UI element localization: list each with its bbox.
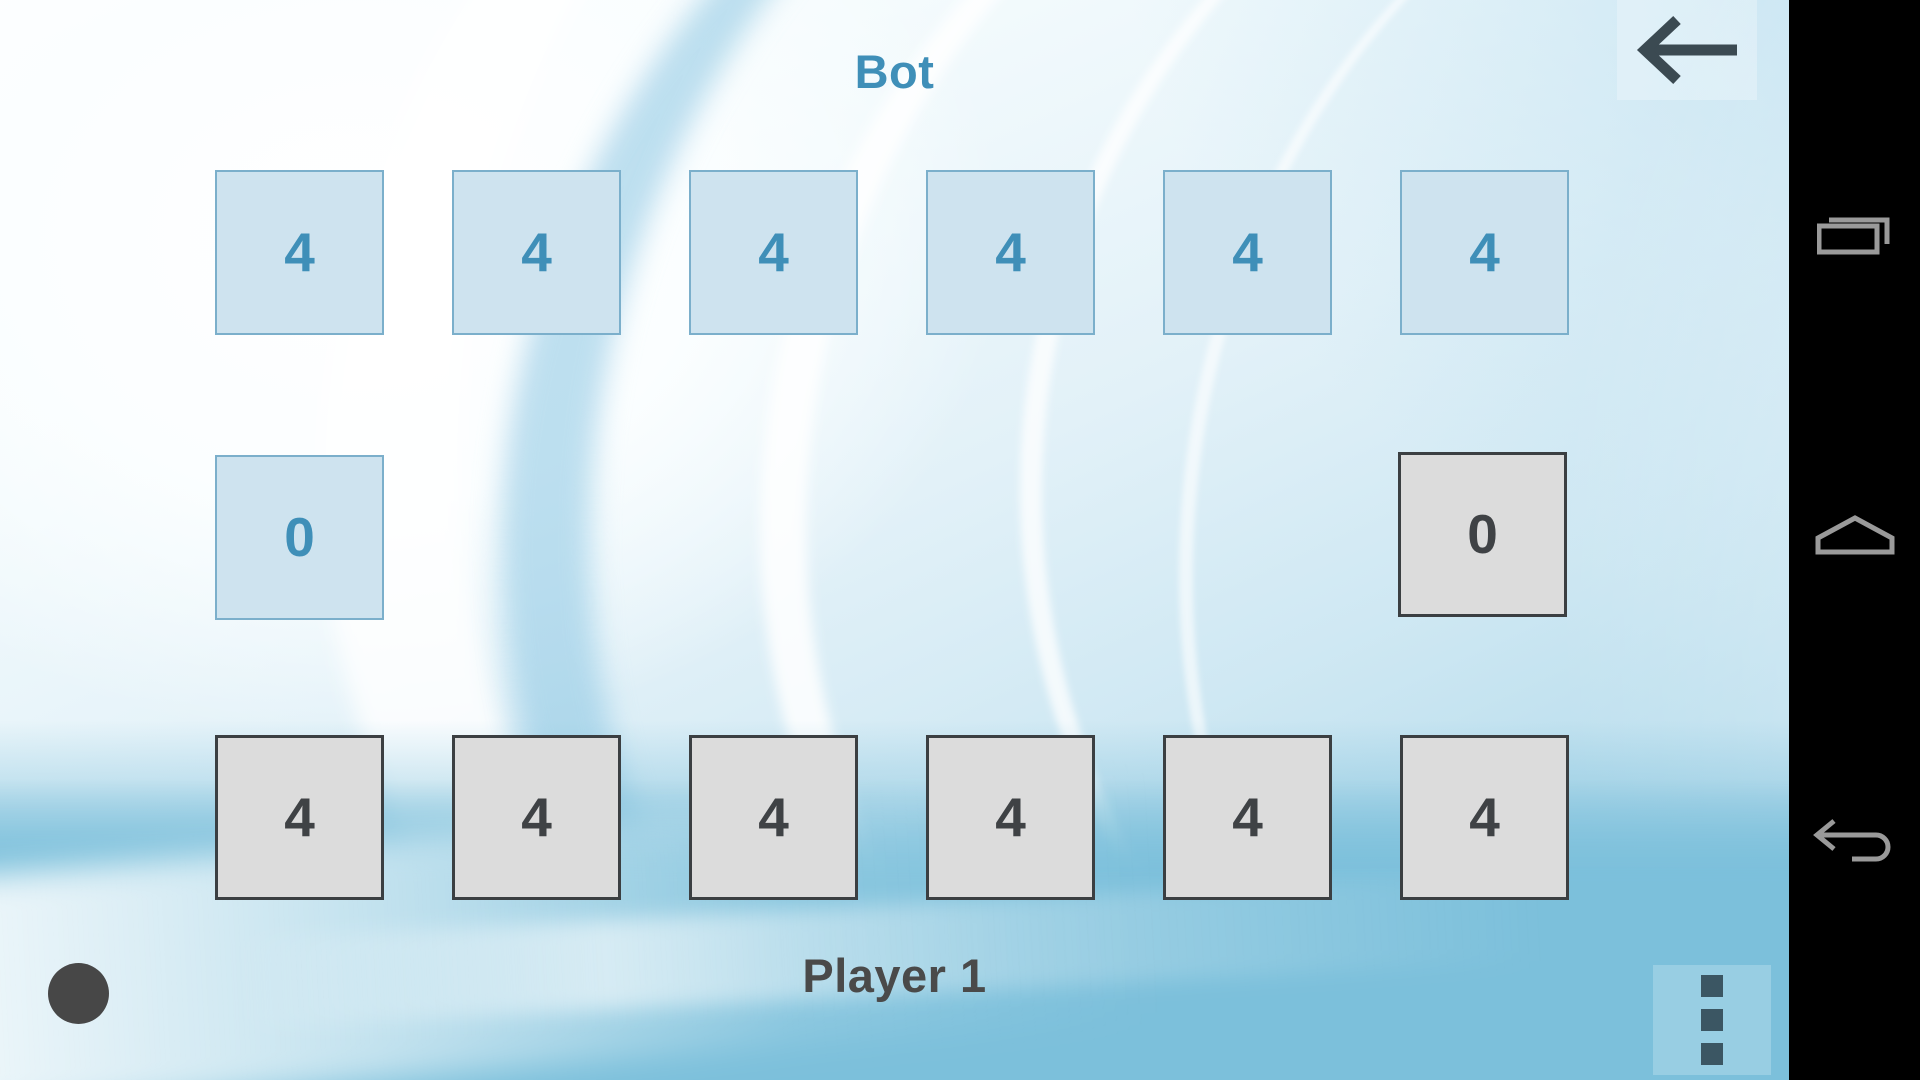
player-pit-3[interactable]: 4 <box>689 735 858 900</box>
more-vertical-icon[interactable] <box>1653 965 1771 1075</box>
android-navigation-bar <box>1789 0 1920 1080</box>
bot-pit-3[interactable]: 4 <box>689 170 858 335</box>
arrow-left-icon[interactable] <box>1633 14 1741 86</box>
back-icon <box>1812 819 1890 862</box>
bot-pit-2[interactable]: 4 <box>452 170 621 335</box>
nav-recents-button[interactable] <box>1789 175 1920 295</box>
overflow-dot-3 <box>1701 1043 1723 1065</box>
nav-back-button[interactable] <box>1789 780 1920 900</box>
bot-store[interactable]: 0 <box>215 455 384 620</box>
game-app-area: Bot 4 4 4 4 4 4 0 0 4 4 4 4 4 4 Player 1 <box>0 0 1789 1080</box>
mancala-board: 4 4 4 4 4 4 0 0 4 4 4 4 4 4 <box>0 0 1789 1080</box>
player-pit-4[interactable]: 4 <box>926 735 1095 900</box>
bot-pit-5[interactable]: 4 <box>1163 170 1332 335</box>
home-icon <box>1815 515 1894 555</box>
player-pit-5[interactable]: 4 <box>1163 735 1332 900</box>
bot-pit-1[interactable]: 4 <box>215 170 384 335</box>
bot-pit-4[interactable]: 4 <box>926 170 1095 335</box>
player-pit-6[interactable]: 4 <box>1400 735 1569 900</box>
recents-icon <box>1816 217 1889 255</box>
turn-indicator-dot <box>48 963 109 1024</box>
bot-pit-6[interactable]: 4 <box>1400 170 1569 335</box>
player-pit-2[interactable]: 4 <box>452 735 621 900</box>
opponent-name-label: Bot <box>854 45 935 98</box>
player-pit-1[interactable]: 4 <box>215 735 384 900</box>
player-store[interactable]: 0 <box>1398 452 1567 617</box>
nav-home-button[interactable] <box>1789 475 1920 595</box>
overflow-dot-1 <box>1701 975 1723 997</box>
overflow-dot-2 <box>1701 1009 1723 1031</box>
player-name-label: Player 1 <box>802 949 987 1002</box>
screen-root: Bot 4 4 4 4 4 4 0 0 4 4 4 4 4 4 Player 1 <box>0 0 1920 1080</box>
